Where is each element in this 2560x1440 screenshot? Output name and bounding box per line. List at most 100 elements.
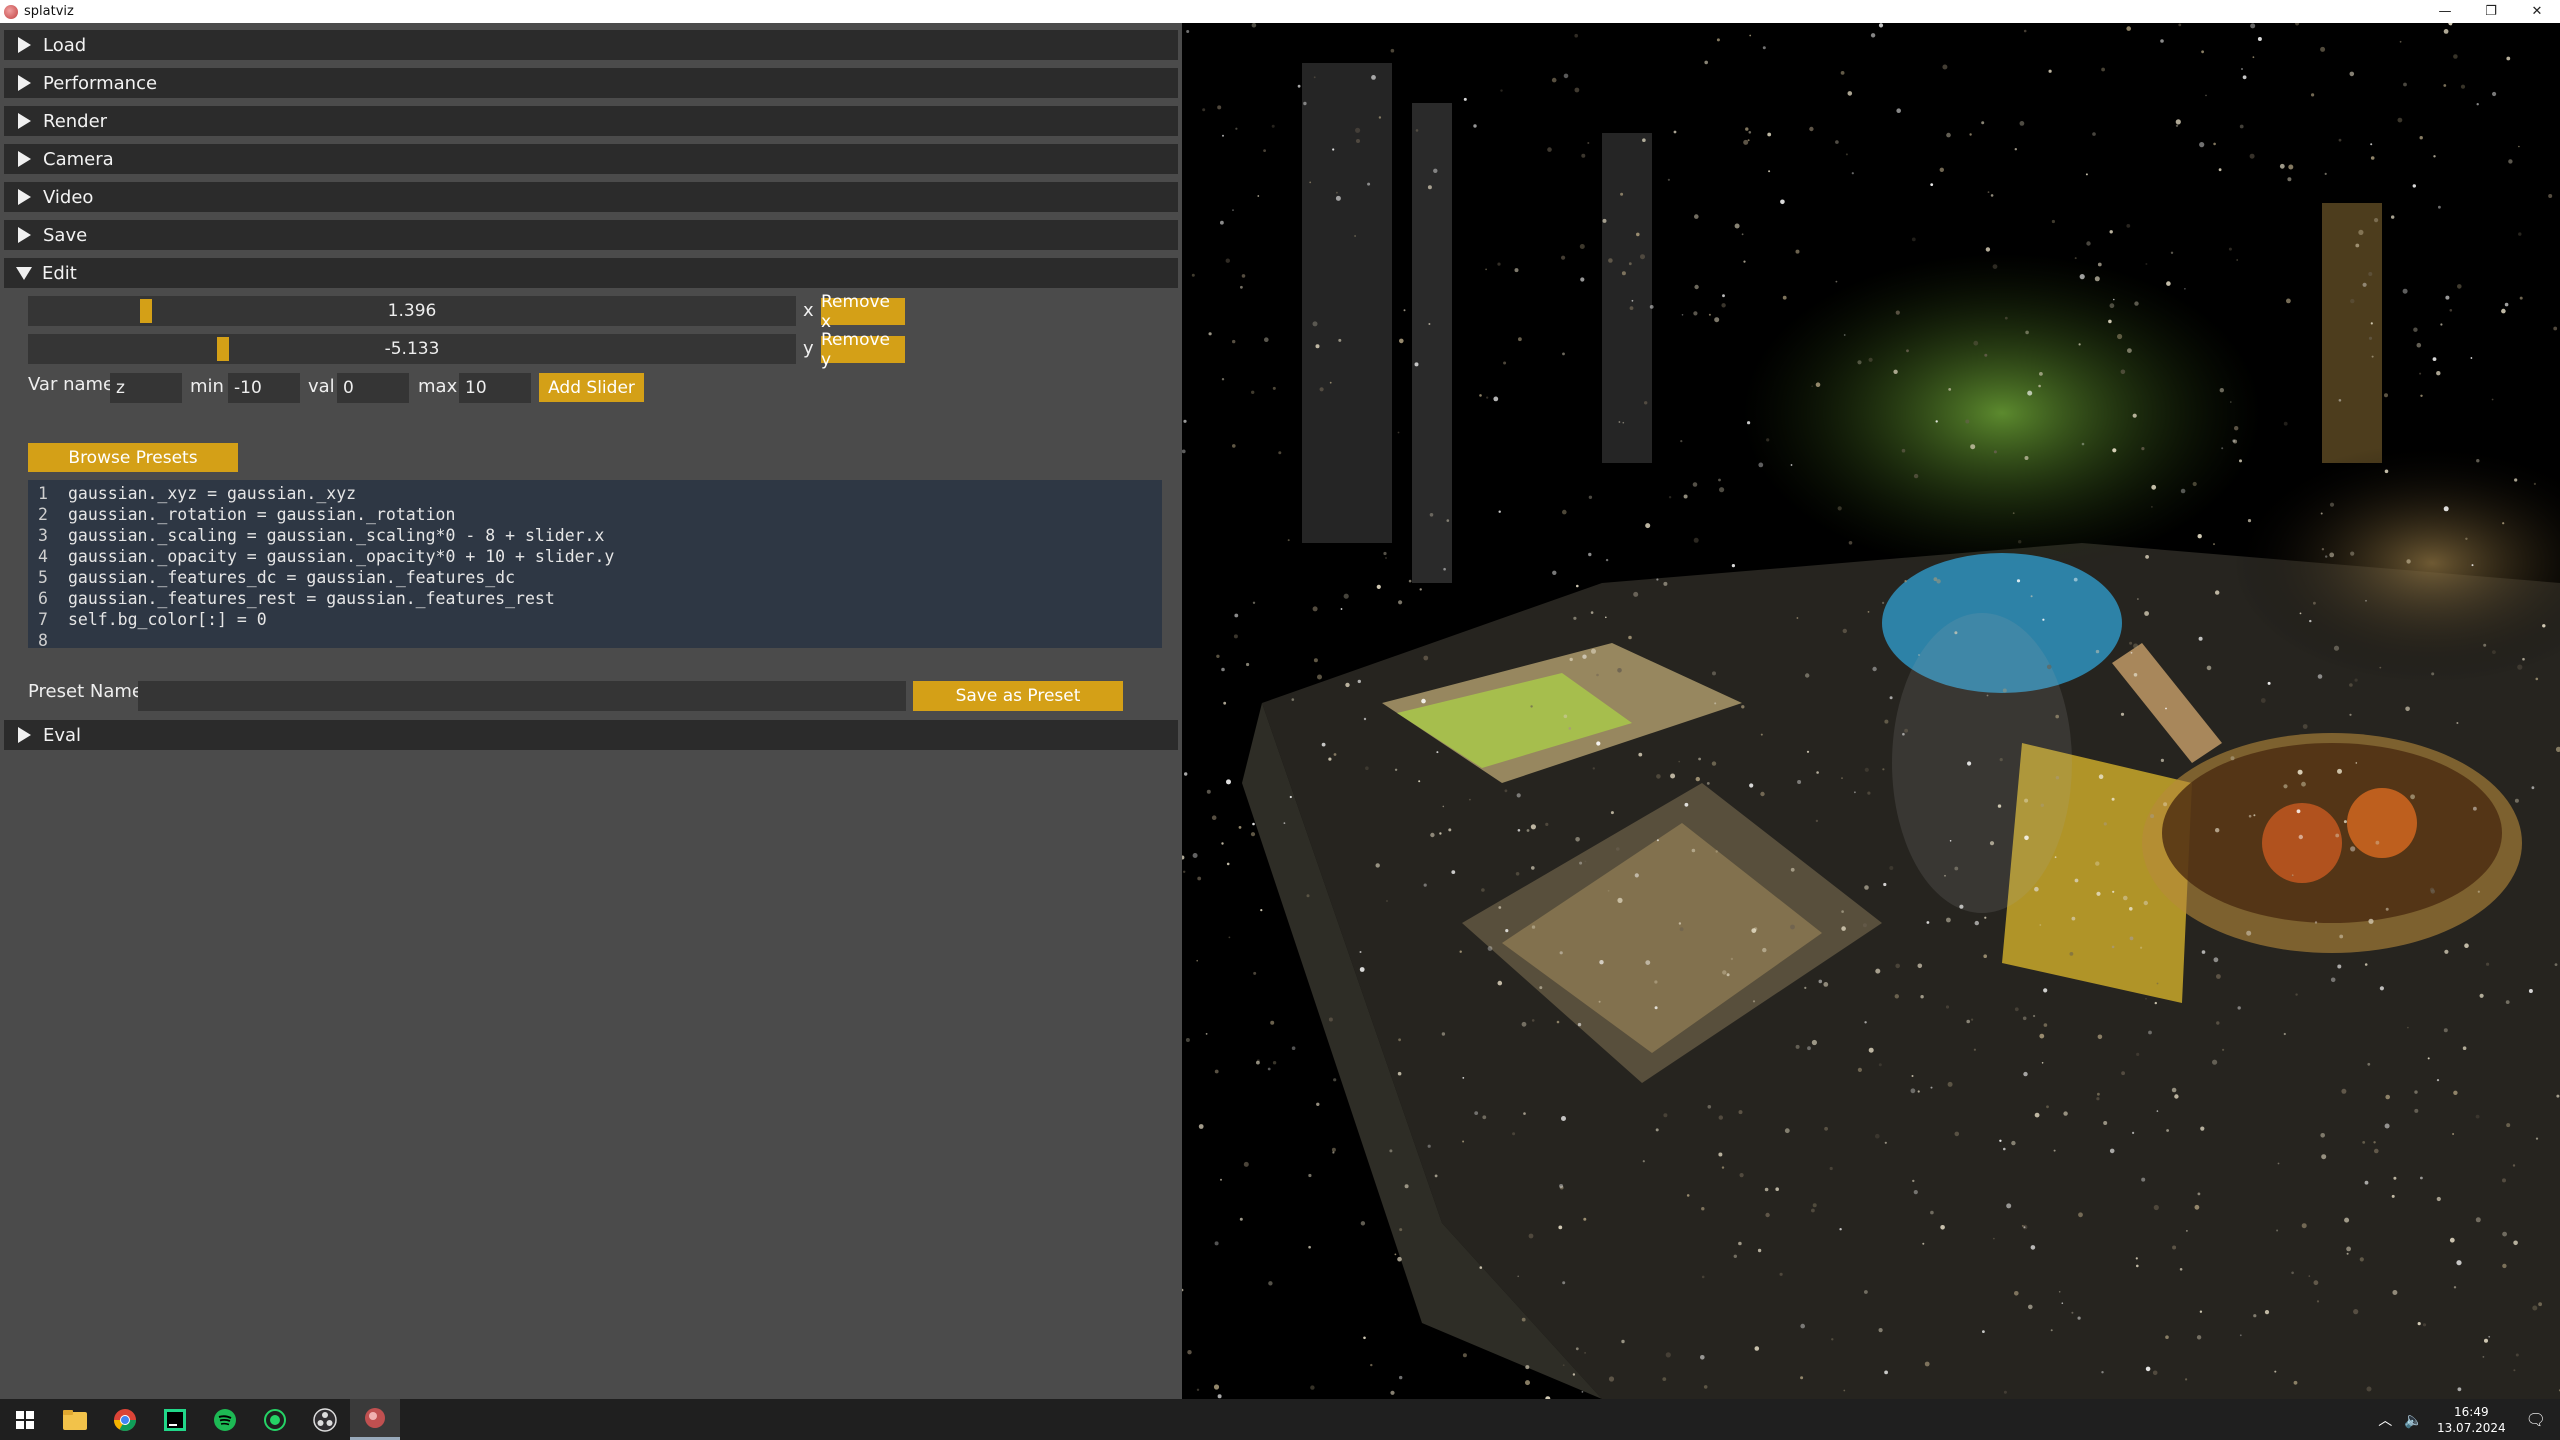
splat-point xyxy=(1562,352,1565,356)
slider-y[interactable]: -5.133 xyxy=(28,334,796,364)
splat-point xyxy=(1423,655,1429,661)
var-name-label: Var name xyxy=(28,374,115,395)
section-header-load[interactable]: Load xyxy=(4,30,1178,60)
splat-point xyxy=(1306,894,1310,898)
remove-x-button[interactable]: Remove x xyxy=(821,292,905,332)
splat-point xyxy=(2343,820,2347,824)
splat-point xyxy=(1815,819,1819,823)
splat-point xyxy=(1751,928,1757,933)
splat-point xyxy=(1451,870,1456,874)
slider-x[interactable]: 1.396 xyxy=(28,296,796,326)
minimize-button[interactable]: — xyxy=(2422,0,2468,23)
splat-point xyxy=(1805,673,1810,678)
render-viewport[interactable] xyxy=(1182,23,2560,1399)
splat-point xyxy=(1577,1022,1582,1027)
splat-point xyxy=(1949,840,1952,842)
splat-point xyxy=(1847,91,1853,96)
splat-point xyxy=(2432,357,2437,361)
section-header-camera[interactable]: Camera xyxy=(4,144,1178,174)
save-as-preset-button[interactable]: Save as Preset xyxy=(913,681,1123,711)
splat-point xyxy=(2250,23,2256,29)
splat-point xyxy=(1389,1149,1393,1153)
min-input[interactable]: -10 xyxy=(228,373,300,403)
splat-point xyxy=(2113,298,2115,301)
notification-icon[interactable]: 🗨 xyxy=(2526,1410,2546,1429)
splat-point xyxy=(1758,462,1764,468)
splat-point xyxy=(1415,129,1419,132)
section-header-edit[interactable]: Edit xyxy=(4,258,1178,288)
volume-icon[interactable]: 🔈 xyxy=(2404,1411,2423,1429)
splat-point xyxy=(2101,1371,2104,1374)
splat-point xyxy=(1517,829,1521,832)
splat-point xyxy=(1497,980,1503,986)
restore-button[interactable]: ❐ xyxy=(2468,0,2514,23)
splat-point xyxy=(1504,789,1508,793)
splat-point xyxy=(1423,883,1427,887)
splat-point xyxy=(1216,654,1220,658)
obs-icon[interactable] xyxy=(300,1399,350,1440)
add-slider-button[interactable]: Add Slider xyxy=(539,373,644,402)
splat-point xyxy=(1714,702,1717,705)
splat-point xyxy=(2531,786,2535,790)
windows-start-icon[interactable] xyxy=(0,1399,50,1440)
max-input[interactable]: 10 xyxy=(459,373,531,403)
splat-point xyxy=(2230,401,2232,403)
file-explorer-icon[interactable] xyxy=(50,1399,100,1440)
splat-point xyxy=(1779,1272,1783,1276)
splat-point xyxy=(1313,76,1316,79)
code-editor[interactable]: 1 gaussian._xyz = gaussian._xyz 2 gaussi… xyxy=(28,480,1162,650)
splat-point xyxy=(2406,559,2411,564)
splat-point xyxy=(1479,394,1482,397)
splat-point xyxy=(2366,1386,2372,1392)
splat-point xyxy=(2178,23,2182,27)
splat-point xyxy=(1940,1225,1945,1230)
splat-point xyxy=(1912,1179,1915,1183)
splat-point xyxy=(1602,218,1607,223)
splat-point xyxy=(2160,758,2164,763)
clock[interactable]: 16:49 13.07.2024 xyxy=(2437,1404,2506,1436)
pycharm-icon[interactable] xyxy=(150,1399,200,1440)
section-header-eval[interactable]: Eval xyxy=(4,720,1178,750)
splat-point xyxy=(2219,388,2224,393)
splat-point xyxy=(1640,254,1645,260)
splat-point xyxy=(1867,611,1870,613)
val-input[interactable]: 0 xyxy=(337,373,409,403)
splat-point xyxy=(1552,570,1557,575)
splat-point xyxy=(2179,1268,2183,1271)
remove-y-button[interactable]: Remove y xyxy=(821,330,905,370)
section-header-video[interactable]: Video xyxy=(4,182,1178,212)
section-header-performance[interactable]: Performance xyxy=(4,68,1178,98)
splat-point xyxy=(1531,866,1535,870)
chevron-up-icon[interactable]: ︿ xyxy=(2378,1410,2392,1430)
preset-name-input[interactable] xyxy=(138,681,906,711)
splat-point xyxy=(1946,132,1951,138)
splatviz-icon[interactable] xyxy=(350,1399,400,1440)
close-button[interactable]: ✕ xyxy=(2514,0,2560,23)
section-header-render[interactable]: Render xyxy=(4,106,1178,136)
splat-point xyxy=(2453,1090,2458,1096)
splat-point xyxy=(2040,803,2044,807)
whatsapp-icon[interactable] xyxy=(250,1399,300,1440)
splat-point xyxy=(2097,1092,2100,1096)
splat-point xyxy=(2385,907,2389,911)
splat-point xyxy=(1906,349,1909,353)
splat-point xyxy=(1590,611,1594,614)
splat-point xyxy=(2443,506,2449,512)
splat-point xyxy=(1948,388,1952,391)
splat-point xyxy=(2071,916,2076,921)
splat-point xyxy=(2288,164,2294,170)
splat-point xyxy=(2291,875,2293,877)
section-header-save[interactable]: Save xyxy=(4,220,1178,250)
browse-presets-button[interactable]: Browse Presets xyxy=(28,443,238,472)
splat-point xyxy=(2130,651,2133,654)
splat-point xyxy=(2239,1334,2242,1337)
splat-point xyxy=(1196,959,1198,962)
splat-point xyxy=(1359,951,1362,953)
splat-point xyxy=(1310,1385,1315,1390)
var-name-input[interactable]: z xyxy=(110,373,182,403)
spotify-icon[interactable] xyxy=(200,1399,250,1440)
splat-point xyxy=(2201,950,2206,954)
splat-point xyxy=(1790,464,1793,466)
chrome-icon[interactable] xyxy=(100,1399,150,1440)
splat-point xyxy=(1965,419,1970,424)
